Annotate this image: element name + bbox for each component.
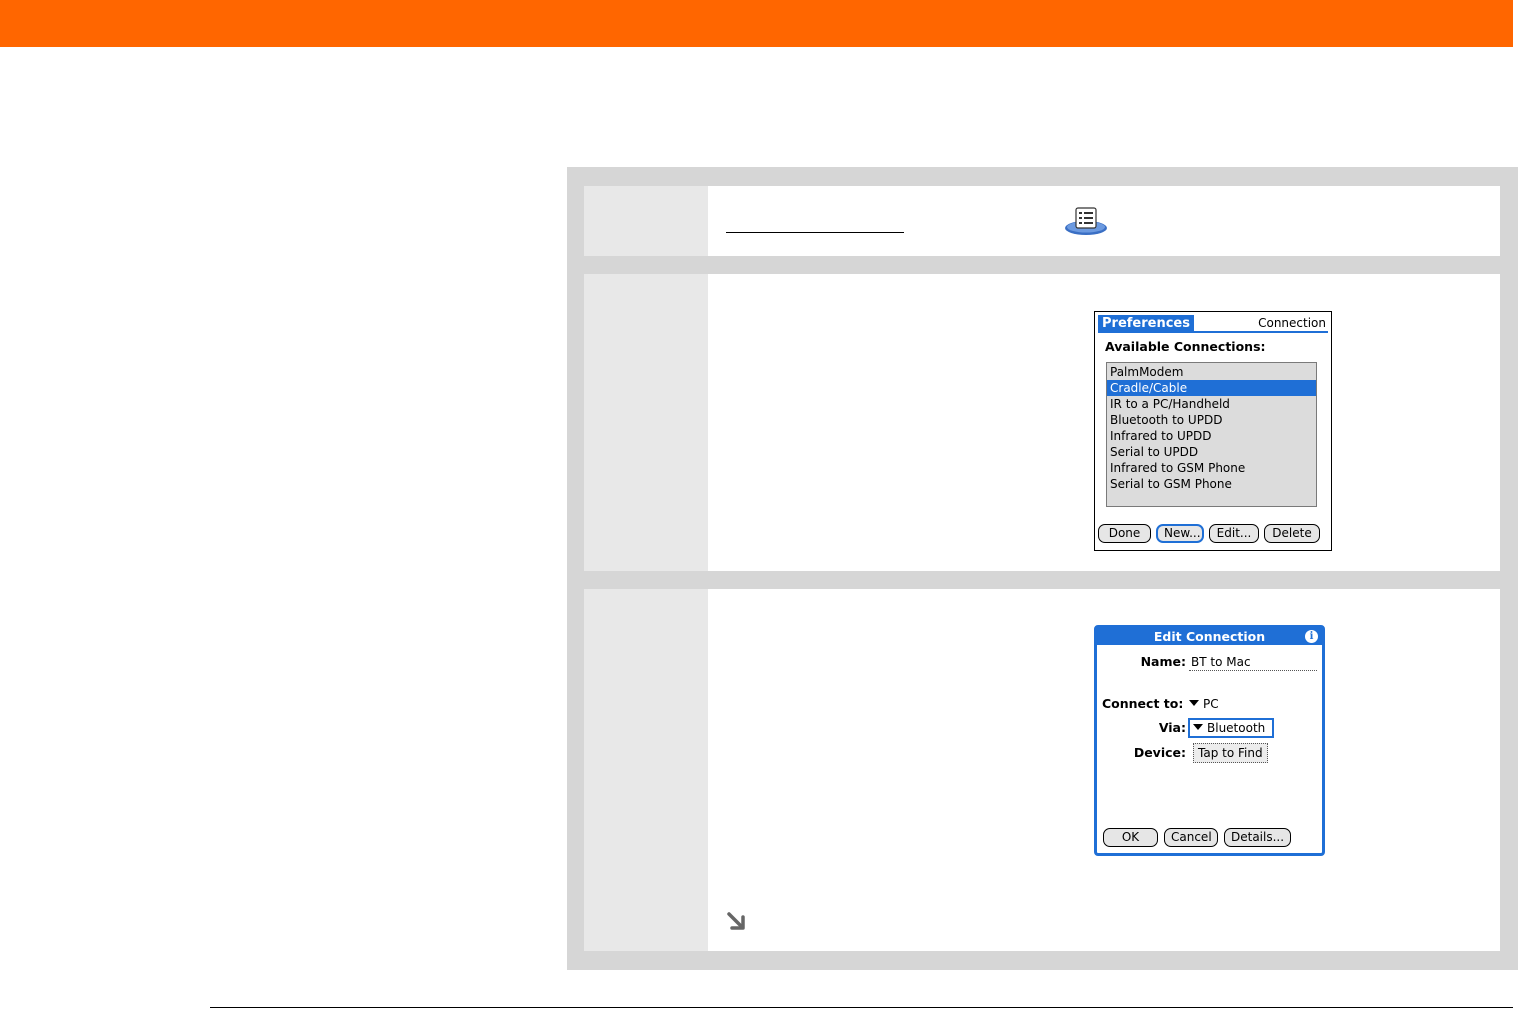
preferences-app-icon [1065, 207, 1107, 235]
underlined-link[interactable] [726, 232, 904, 233]
info-icon[interactable]: i [1305, 630, 1318, 643]
list-item[interactable]: Serial to GSM Phone [1107, 476, 1316, 492]
step-body [708, 186, 1500, 256]
done-button[interactable]: Done [1098, 524, 1151, 543]
list-item[interactable]: Serial to UPDD [1107, 444, 1316, 460]
step-number-cell [584, 589, 708, 951]
device-label: Device: [1133, 745, 1186, 760]
name-field[interactable]: BT to Mac [1189, 654, 1317, 671]
chevron-down-icon [1193, 724, 1203, 730]
connect-to-picker[interactable]: PC [1189, 696, 1219, 712]
via-picker[interactable]: Bluetooth [1188, 718, 1274, 738]
step-number-cell [584, 186, 708, 256]
continue-arrow-icon [727, 912, 745, 930]
step-body: Edit Connection i Name: BT to Mac Connec… [708, 589, 1500, 951]
connect-to-label: Connect to: [1102, 696, 1184, 711]
footer-rule [210, 1007, 1513, 1008]
button-row: OK Cancel Details... [1103, 828, 1291, 847]
preferences-tab[interactable]: Preferences [1098, 315, 1194, 333]
dialog-title: Edit Connection i [1097, 628, 1322, 645]
cancel-button[interactable]: Cancel [1164, 828, 1218, 847]
delete-button[interactable]: Delete [1264, 524, 1320, 543]
available-connections-heading: Available Connections: [1105, 339, 1266, 354]
panel-picker[interactable]: Connection [1258, 315, 1326, 331]
dialog-title-text: Edit Connection [1153, 629, 1266, 644]
edit-button[interactable]: Edit... [1209, 524, 1259, 543]
edit-connection-dialog: Edit Connection i Name: BT to Mac Connec… [1094, 625, 1325, 856]
tap-to-find-button[interactable]: Tap to Find [1193, 743, 1268, 763]
screen-title-bar: Preferences Connection [1098, 315, 1328, 333]
list-item[interactable]: PalmModem [1107, 364, 1316, 380]
list-item-selected[interactable]: Cradle/Cable [1107, 380, 1316, 396]
step-row-1 [584, 186, 1500, 256]
via-label: Via: [1158, 720, 1186, 735]
details-button[interactable]: Details... [1224, 828, 1291, 847]
chevron-down-icon [1189, 700, 1199, 706]
list-item[interactable]: Infrared to GSM Phone [1107, 460, 1316, 476]
new-button[interactable]: New... [1156, 524, 1204, 543]
header-accent-bar [0, 0, 1513, 47]
list-item[interactable]: Infrared to UPDD [1107, 428, 1316, 444]
step-row-3: Edit Connection i Name: BT to Mac Connec… [584, 589, 1500, 951]
step-body: Preferences Connection Available Connect… [708, 274, 1500, 571]
step-row-2: Preferences Connection Available Connect… [584, 274, 1500, 571]
step-number-cell [584, 274, 708, 571]
list-item[interactable]: IR to a PC/Handheld [1107, 396, 1316, 412]
list-item[interactable]: Bluetooth to UPDD [1107, 412, 1316, 428]
name-label: Name: [1140, 654, 1186, 669]
preferences-connection-screen: Preferences Connection Available Connect… [1094, 311, 1332, 551]
via-value: Bluetooth [1207, 721, 1266, 735]
connections-list[interactable]: PalmModem Cradle/Cable IR to a PC/Handhe… [1106, 362, 1317, 507]
connect-to-value: PC [1203, 697, 1219, 711]
ok-button[interactable]: OK [1103, 828, 1158, 847]
button-row: Done New... Edit... Delete [1098, 524, 1320, 543]
